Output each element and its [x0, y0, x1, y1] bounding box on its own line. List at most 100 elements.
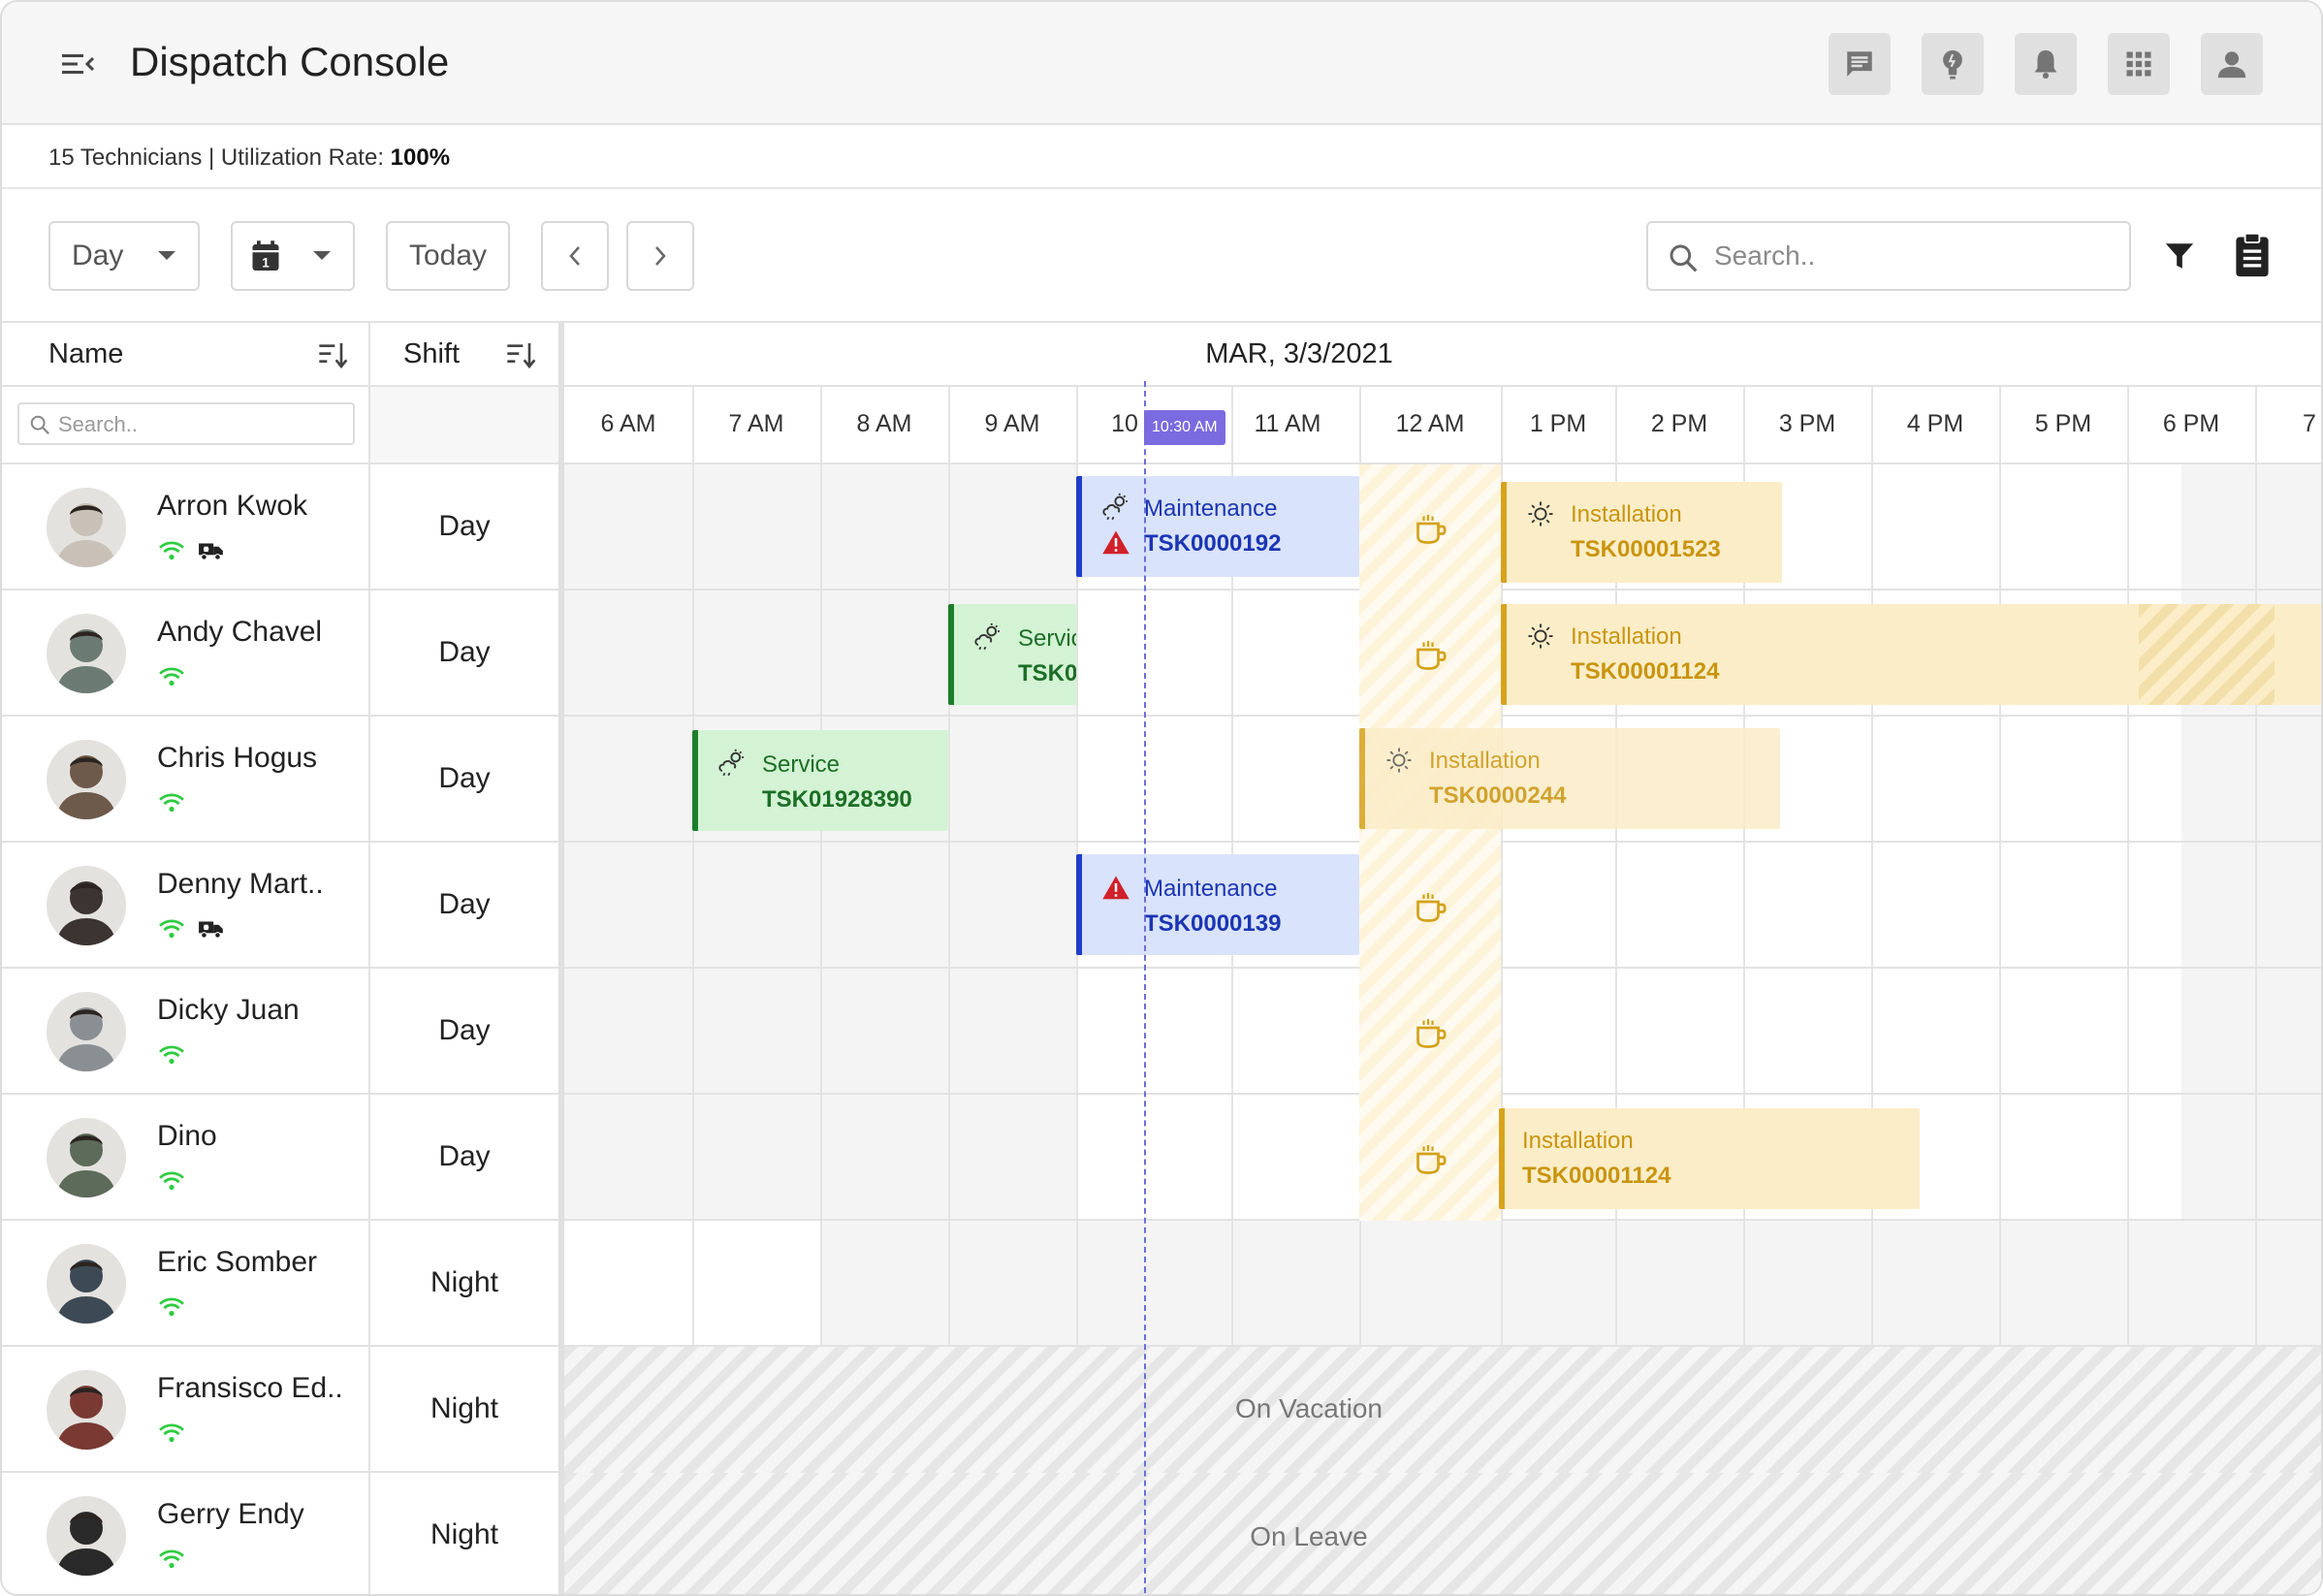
sort-icon[interactable]: [318, 340, 349, 369]
avatar[interactable]: [47, 488, 126, 567]
name-filter[interactable]: [17, 402, 355, 445]
task-card[interactable]: Installation TSK00001124: [1499, 1108, 1920, 1209]
task-card[interactable]: Installation TSK00001124: [1501, 604, 2321, 705]
technician-row[interactable]: Andy Chavel Day: [2, 591, 558, 717]
technician-name: Gerry Endy: [157, 1498, 304, 1530]
chat-button[interactable]: [1829, 33, 1891, 95]
name-filter-cell: [2, 387, 370, 464]
today-button[interactable]: Today: [386, 221, 510, 291]
ideas-button[interactable]: [1922, 33, 1984, 95]
technician-status-icons: [159, 1545, 184, 1574]
current-time-badge: 10:30 AM: [1144, 410, 1225, 445]
technician-row[interactable]: Gerry Endy Night: [2, 1473, 558, 1594]
technician-name-cell: Denny Mart..: [2, 843, 370, 967]
chevron-down-icon: [158, 251, 175, 260]
technician-row[interactable]: Arron Kwok Day: [2, 464, 558, 591]
sun-icon: [1386, 748, 1412, 773]
technician-row[interactable]: Fransisco Ed.. Night: [2, 1347, 558, 1473]
warning-icon: [1102, 530, 1130, 555]
coffee-cup-icon: [1416, 1019, 1447, 1048]
avatar-portrait-icon: [47, 1118, 126, 1197]
hour-label: 3 PM: [1778, 410, 1836, 437]
task-type: Installation: [1571, 501, 1682, 527]
today-label: Today: [408, 239, 488, 271]
task-type: Service: [1018, 625, 1076, 652]
technician-name: Dino: [157, 1120, 217, 1152]
date-picker-button[interactable]: 1: [231, 221, 355, 291]
vacation-label: On Vacation: [1234, 1393, 1384, 1423]
coffee-cup-icon: [1416, 893, 1447, 922]
avatar[interactable]: [47, 992, 126, 1071]
wifi-online-icon: [159, 793, 184, 813]
avatar[interactable]: [47, 1244, 126, 1324]
leave-block[interactable]: On Leave: [564, 1473, 2321, 1594]
clipboard-icon[interactable]: [2234, 232, 2271, 278]
technician-row[interactable]: Dicky Juan Day: [2, 969, 558, 1095]
weather-cloud-sun-icon: [974, 622, 1000, 651]
search-input[interactable]: [1714, 237, 2112, 275]
current-time-line: [1144, 381, 1146, 1594]
technician-status-icons: [159, 662, 184, 691]
hour-label: 11 AM: [1254, 410, 1321, 437]
technician-status-icons: [159, 536, 225, 565]
avatar[interactable]: [47, 1118, 126, 1197]
vacation-block[interactable]: On Vacation: [564, 1347, 2321, 1473]
previous-day-button[interactable]: [541, 221, 609, 291]
chevron-right-icon: [655, 246, 666, 266]
task-card[interactable]: Installation TSK00001523: [1501, 482, 1782, 583]
schedule-date: MAR, 3/3/2021: [564, 323, 2321, 387]
avatar[interactable]: [47, 740, 126, 819]
technician-name: Dicky Juan: [157, 994, 300, 1026]
task-card[interactable]: Maintenance TSK0000139: [1076, 854, 1359, 955]
shift-cell: Night: [430, 1266, 499, 1298]
shift-column-header[interactable]: Shift: [370, 323, 558, 387]
menu-collapse-icon[interactable]: [62, 50, 95, 78]
technician-status-icons: [159, 788, 184, 817]
technician-row[interactable]: Dino Day: [2, 1095, 558, 1221]
global-search[interactable]: [1646, 221, 2131, 291]
task-card[interactable]: Installation TSK0000244: [1359, 728, 1780, 829]
technician-status-icons: [159, 1419, 184, 1448]
task-id: TSK00001523: [1571, 536, 1721, 562]
technician-name-cell: Eric Somber: [2, 1221, 370, 1345]
timeline-row[interactable]: [564, 1221, 2321, 1347]
technician-name-cell: Gerry Endy: [2, 1473, 370, 1594]
task-card[interactable]: Maintenance TSK0000192: [1076, 476, 1359, 577]
technician-status-icons: [159, 914, 225, 943]
name-column-header[interactable]: Name: [2, 323, 370, 387]
hour-label: 2 PM: [1650, 410, 1708, 437]
wifi-online-icon: [159, 1549, 184, 1569]
task-type: Installation: [1522, 1128, 1634, 1154]
technician-status-icons: [159, 1040, 184, 1069]
view-select[interactable]: Day: [48, 221, 200, 291]
shift-cell: Day: [438, 510, 491, 542]
hour-label: 9 AM: [984, 410, 1040, 437]
notifications-button[interactable]: [2015, 33, 2077, 95]
avatar[interactable]: [47, 1496, 126, 1576]
hour-label: 7 AM: [728, 410, 784, 437]
task-card[interactable]: Service TSK01928390: [692, 730, 948, 831]
truck-icon: [199, 921, 223, 939]
avatar[interactable]: [47, 1370, 126, 1450]
next-day-button[interactable]: [626, 221, 694, 291]
profile-button[interactable]: [2201, 33, 2263, 95]
apps-button[interactable]: [2108, 33, 2170, 95]
shift-cell: Day: [438, 888, 491, 920]
avatar[interactable]: [47, 866, 126, 945]
technician-row[interactable]: Denny Mart.. Day: [2, 843, 558, 969]
name-filter-input[interactable]: [58, 412, 339, 437]
wifi-online-icon: [159, 541, 184, 560]
leave-label: On Leave: [1250, 1521, 1368, 1551]
avatar-portrait-icon: [47, 1370, 126, 1450]
stats-bar: 15 Technicians | Utilization Rate: 100%: [2, 125, 2321, 189]
filter-icon[interactable]: [2162, 239, 2197, 272]
task-card[interactable]: Service TSK01: [948, 604, 1076, 705]
technician-row[interactable]: Chris Hogus Day: [2, 717, 558, 843]
avatar[interactable]: [47, 614, 126, 693]
task-id: TSK0000139: [1144, 910, 1282, 937]
toolbar: Day 1 Today: [2, 189, 2321, 323]
task-id: TSK00001124: [1522, 1163, 1671, 1189]
technician-row[interactable]: Eric Somber Night: [2, 1221, 558, 1347]
shift-cell: Night: [430, 1392, 499, 1424]
sort-icon[interactable]: [506, 340, 537, 369]
